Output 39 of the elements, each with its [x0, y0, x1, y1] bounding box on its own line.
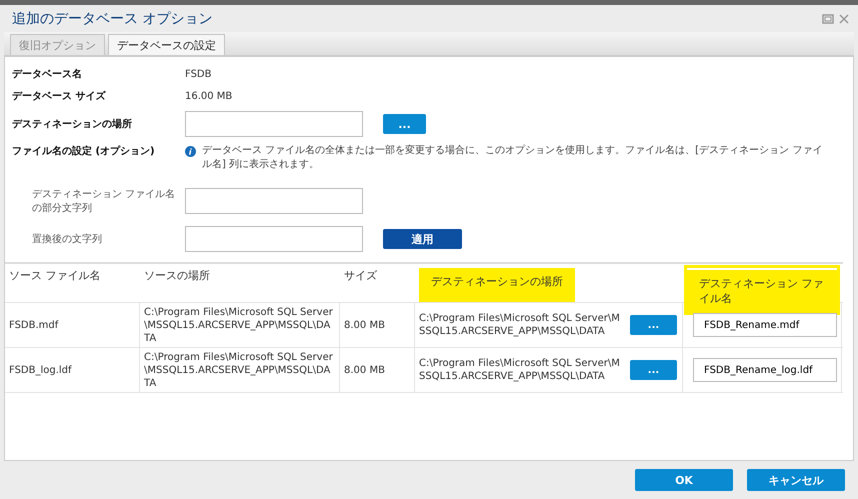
column-header: デスティネーションの場所 — [419, 268, 575, 302]
browse-button[interactable]: ... — [630, 360, 677, 380]
tab[interactable]: データベースの設定 — [108, 34, 225, 55]
table-cell-text: C:\Program Files\Microsoft SQL Server\MSSQL15.ARCSERVE_APP\MSSQL\DATA — [419, 312, 621, 338]
info-text: データベース ファイル名の全体または一部を変更する場合に、このオプションを使用します。ファイル名は、[デスティネーション ファイル名] 列に表示されます。 — [202, 144, 824, 172]
field-value: FSDB — [185, 68, 212, 80]
table-cell: 8.00 MB — [340, 348, 415, 392]
cancel-button[interactable]: キャンセル — [747, 469, 845, 491]
input-field[interactable] — [185, 111, 363, 137]
info-icon — [185, 146, 196, 157]
input-field[interactable]: FSDB_Rename.mdf — [693, 313, 837, 337]
apply-button[interactable]: 適用 — [383, 229, 462, 249]
window-title: 追加のデータベース オプション — [12, 10, 214, 28]
input-field[interactable] — [185, 226, 363, 252]
table-cell-text: C:\Program Files\Microsoft SQL Server\MSSQL15.ARCSERVE_APP\MSSQL\DATA — [419, 357, 621, 383]
tab[interactable]: 復旧オプション — [10, 34, 105, 55]
field-label: 置換後の文字列 — [31, 232, 103, 246]
input-field[interactable] — [185, 188, 363, 214]
close-icon[interactable] — [838, 12, 850, 24]
table-cell: C:\Program Files\Microsoft SQL Server\MSSQL15.ARCSERVE_APP\MSSQL\DATA — [140, 303, 340, 347]
field-label: デスティネーション ファイル名の部分文字列 — [31, 188, 176, 215]
ok-button[interactable]: OK — [635, 469, 733, 491]
browse-button[interactable]: ... — [630, 315, 677, 335]
field-label: データベース サイズ — [12, 90, 107, 103]
input-field[interactable]: FSDB_Rename_log.ldf — [693, 358, 837, 382]
table-cell: FSDB_log.ldf — [5, 348, 140, 392]
table-cell: 8.00 MB — [340, 303, 415, 347]
field-label: ファイル名の設定 (オプション) — [12, 144, 156, 158]
maximize-icon[interactable] — [822, 12, 834, 24]
column-header: サイズ — [344, 268, 377, 283]
field-label: データベース名 — [12, 68, 83, 81]
column-header: ソース ファイル名 — [9, 268, 100, 283]
field-value: 16.00 MB — [185, 90, 232, 102]
table-cell: FSDB.mdf — [5, 303, 140, 347]
browse-button[interactable]: ... — [383, 114, 426, 134]
column-header: ソースの場所 — [144, 268, 210, 283]
field-label: デスティネーションの場所 — [12, 118, 133, 131]
table-cell: C:\Program Files\Microsoft SQL Server\MSSQL15.ARCSERVE_APP\MSSQL\DATA — [140, 348, 340, 392]
column-header: デスティネーション ファイル名 — [687, 268, 837, 312]
